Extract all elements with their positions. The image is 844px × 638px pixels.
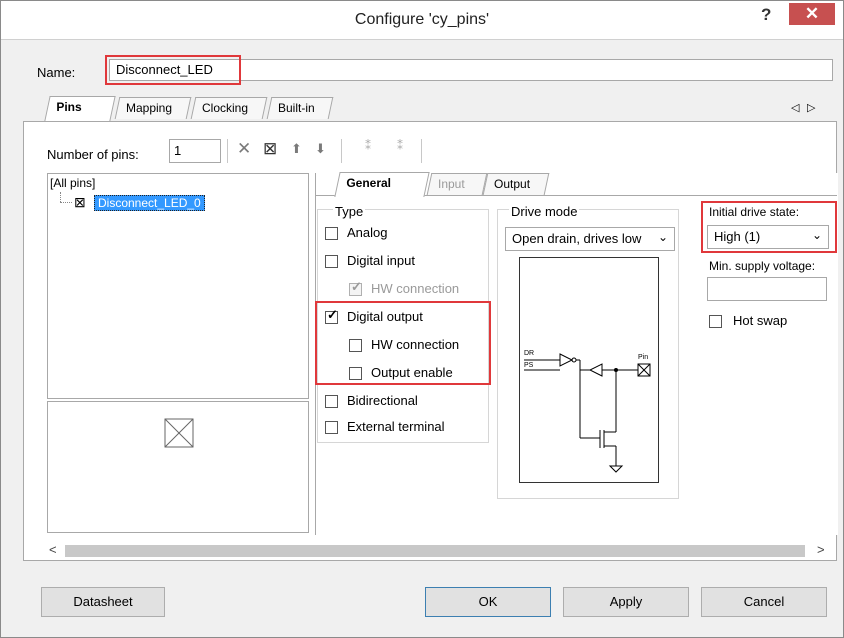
tab-clocking-label: Clocking <box>202 101 249 115</box>
type-group-title: Type <box>333 204 366 219</box>
drive-mode-diagram: DR PS Pin <box>519 257 659 483</box>
cancel-button[interactable]: Cancel <box>701 587 827 617</box>
help-button[interactable]: ? <box>761 5 771 25</box>
tree-line-h <box>60 202 72 204</box>
pin-preview <box>47 401 309 533</box>
name-label: Name: <box>37 65 76 80</box>
tab-general[interactable]: General <box>334 172 430 197</box>
min-supply-voltage-label: Min. supply voltage: <box>709 259 816 273</box>
tab-built-in-label: Built-in <box>278 101 315 115</box>
tab-output-label: Output <box>494 177 531 191</box>
tab-pins[interactable]: Pins <box>44 96 116 121</box>
diagram-pin-label: Pin <box>638 354 649 361</box>
tab-input[interactable]: Input <box>426 173 488 195</box>
drive-mode-value: Open drain, drives low <box>512 231 642 246</box>
hw-connection-input-checkbox[interactable]: ✓ <box>349 279 362 296</box>
tab-input-label: Input <box>438 177 465 191</box>
window-title: Configure 'cy_pins' <box>354 11 490 28</box>
toolbar-divider <box>227 139 228 163</box>
ok-button[interactable]: OK <box>425 587 551 617</box>
external-terminal-checkbox[interactable] <box>325 421 338 434</box>
dialog-window: Configure 'cy_pins' ? ✕ Name: Disconnect… <box>0 0 844 638</box>
ungroup-icon[interactable]: ⁑ <box>397 139 403 153</box>
tab-mapping[interactable]: Mapping <box>114 97 192 119</box>
digital-input-checkbox[interactable] <box>325 255 338 268</box>
min-supply-voltage-input[interactable] <box>707 277 827 301</box>
move-up-icon[interactable]: ⬆ <box>291 141 302 157</box>
diagram-ps-label: PS <box>524 362 534 369</box>
analog-checkbox[interactable] <box>325 227 338 240</box>
delete-icon[interactable]: ✕ <box>237 139 251 159</box>
tab-scroll-right-icon[interactable]: ▷ <box>807 101 815 114</box>
highlight-name <box>105 55 241 85</box>
chevron-down-icon: ⌄ <box>657 230 668 244</box>
number-of-pins-input[interactable]: 1 <box>169 139 221 163</box>
apply-button[interactable]: Apply <box>563 587 689 617</box>
scroll-left-icon[interactable]: < <box>49 542 57 557</box>
checkmark-icon: ✓ <box>351 279 362 294</box>
bidirectional-label: Bidirectional <box>347 393 418 408</box>
pins-tree: [All pins] ⊠ Disconnect_LED_0 <box>47 173 309 399</box>
highlight-initial-drive <box>701 201 837 253</box>
tree-root[interactable]: [All pins] <box>50 176 95 190</box>
pin-icon: ⊠ <box>74 194 86 210</box>
drive-mode-title: Drive mode <box>509 204 580 219</box>
tab-general-label: General <box>346 176 392 190</box>
analog-label: Analog <box>347 225 388 240</box>
tab-built-in[interactable]: Built-in <box>266 97 334 119</box>
highlight-digital-output <box>315 301 491 385</box>
datasheet-button[interactable]: Datasheet <box>41 587 165 617</box>
drive-mode-select[interactable]: Open drain, drives low ⌄ <box>505 227 675 251</box>
pin-config-icon[interactable]: ⊠ <box>263 139 277 159</box>
drive-mode-schematic <box>524 353 651 473</box>
close-button[interactable]: ✕ <box>789 3 835 25</box>
tab-pins-label: Pins <box>56 100 82 114</box>
pin-preview-icon <box>164 418 194 448</box>
diagram-dr-label: DR <box>524 350 535 357</box>
hot-swap-label: Hot swap <box>733 313 788 328</box>
tab-mapping-label: Mapping <box>126 101 173 115</box>
scroll-right-icon[interactable]: > <box>817 542 825 557</box>
digital-input-label: Digital input <box>347 253 415 268</box>
number-of-pins-label: Number of pins: <box>47 147 139 162</box>
toolbar-divider-3 <box>421 139 422 163</box>
group-icon[interactable]: ⁑ <box>365 139 371 153</box>
bidirectional-checkbox[interactable] <box>325 395 338 408</box>
tab-output[interactable]: Output <box>482 173 550 195</box>
horizontal-scrollbar[interactable]: < > <box>41 541 839 561</box>
tree-line <box>60 192 62 202</box>
toolbar-divider-2 <box>341 139 342 163</box>
hot-swap-checkbox[interactable] <box>709 315 722 328</box>
scrollbar-thumb[interactable] <box>65 545 805 557</box>
tab-clocking[interactable]: Clocking <box>190 97 268 119</box>
tree-item-disconnect-led-0[interactable]: Disconnect_LED_0 <box>94 195 205 211</box>
title-bar: Configure 'cy_pins' ? ✕ <box>1 1 843 40</box>
external-terminal-label: External terminal <box>347 419 445 434</box>
move-down-icon[interactable]: ⬇ <box>315 141 326 157</box>
hw-connection-input-label: HW connection <box>371 281 460 296</box>
tab-scroll-left-icon[interactable]: ◁ <box>791 101 799 114</box>
